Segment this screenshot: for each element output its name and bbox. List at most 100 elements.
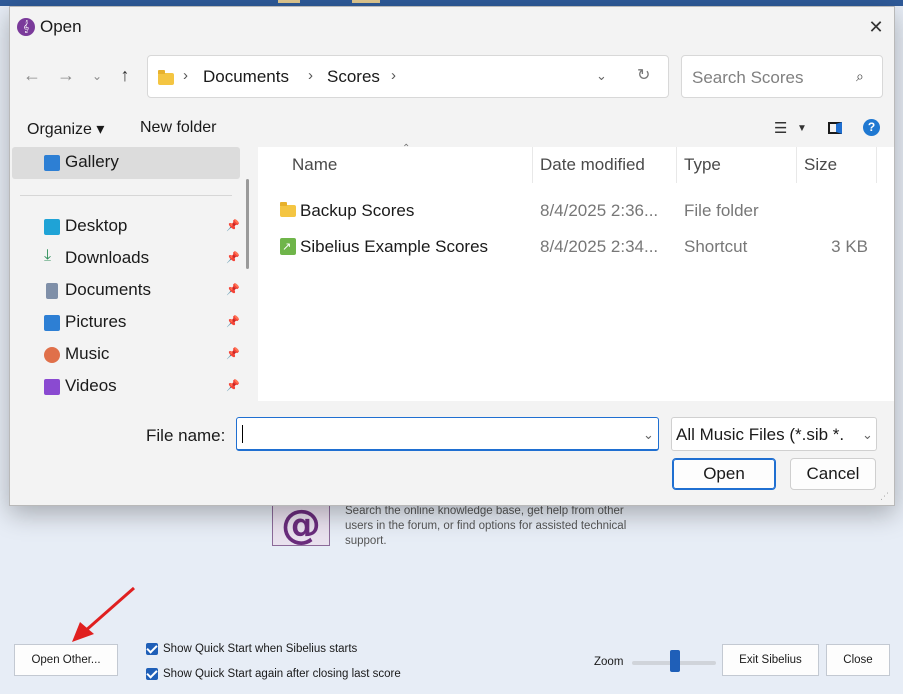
filter-dropdown-chevron-icon: ⌄ bbox=[860, 427, 873, 443]
downloads-icon: ⤓ bbox=[44, 247, 52, 264]
videos-icon bbox=[44, 379, 60, 395]
quick-start-footer: Open Other... Show Quick Start when Sibe… bbox=[0, 630, 903, 694]
file-type-filter-value: All Music Files (*.sib *. bbox=[676, 425, 845, 444]
column-separator[interactable] bbox=[876, 147, 877, 183]
pin-icon[interactable]: 📌 bbox=[226, 315, 240, 328]
support-card[interactable]: @ Search the online knowledge base, get … bbox=[270, 500, 670, 560]
file-type-filter-select[interactable]: All Music Files (*.sib *. ⌄ bbox=[671, 417, 877, 451]
checkbox-checked-icon bbox=[146, 643, 158, 655]
sidebar-item-label: Documents bbox=[65, 280, 151, 299]
breadcrumb-documents[interactable]: Documents bbox=[203, 67, 289, 87]
breadcrumb-scores[interactable]: Scores bbox=[327, 67, 380, 87]
view-dropdown-chevron-icon[interactable]: ▼ bbox=[797, 123, 807, 134]
sidebar-item-documents[interactable]: Documents 📌 bbox=[44, 278, 244, 304]
file-list: ⌃ Name Date modified Type Size Backup Sc… bbox=[258, 143, 894, 401]
sidebar-item-label: Pictures bbox=[65, 312, 127, 331]
dialog-titlebar: 𝄞 Open ✕ bbox=[10, 7, 894, 47]
show-quick-start-checkbox[interactable]: Show Quick Start when Sibelius starts bbox=[146, 643, 357, 655]
dialog-title: Open bbox=[40, 17, 82, 36]
checkbox-label: Show Quick Start when Sibelius starts bbox=[163, 643, 358, 655]
column-header-type[interactable]: Type bbox=[684, 155, 721, 175]
pin-icon[interactable]: 📌 bbox=[226, 379, 240, 392]
file-name-label: File name: bbox=[146, 426, 226, 445]
sidebar-item-desktop[interactable]: Desktop 📌 bbox=[44, 214, 244, 240]
file-type: File folder bbox=[684, 201, 759, 220]
column-separator[interactable] bbox=[676, 147, 677, 183]
recent-locations-chevron-icon[interactable]: ⌄ bbox=[86, 69, 108, 83]
cancel-button[interactable]: Cancel bbox=[790, 458, 876, 490]
desktop-icon bbox=[44, 219, 60, 235]
sort-ascending-icon: ⌃ bbox=[402, 143, 411, 154]
sidebar-item-label: Videos bbox=[65, 376, 117, 395]
new-folder-button[interactable]: New folder bbox=[140, 119, 216, 137]
search-icon: ⌕ bbox=[856, 68, 864, 84]
sidebar-item-pictures[interactable]: Pictures 📌 bbox=[44, 310, 244, 336]
gallery-icon bbox=[44, 155, 60, 171]
shortcut-icon bbox=[280, 238, 296, 255]
help-icon[interactable]: ? bbox=[863, 119, 880, 136]
show-quick-start-again-checkbox[interactable]: Show Quick Start again after closing las… bbox=[146, 668, 401, 680]
close-button[interactable]: Close bbox=[826, 644, 890, 676]
breadcrumb-separator[interactable]: › bbox=[391, 67, 396, 84]
dialog-close-button[interactable]: ✕ bbox=[866, 17, 886, 38]
pin-icon[interactable]: 📌 bbox=[226, 283, 240, 296]
navigation-pane: Gallery Desktop 📌 ⤓ Downloads 📌 Document… bbox=[10, 147, 256, 401]
zoom-label: Zoom bbox=[594, 656, 624, 668]
exit-sibelius-button[interactable]: Exit Sibelius bbox=[722, 644, 819, 676]
column-header-name[interactable]: Name bbox=[292, 155, 337, 175]
up-arrow-icon[interactable]: ↑ bbox=[114, 65, 136, 86]
file-name-input[interactable]: ⌄ bbox=[236, 417, 659, 451]
sidebar-item-music[interactable]: Music 📌 bbox=[44, 342, 244, 368]
preview-pane-icon[interactable] bbox=[828, 122, 842, 134]
sidebar-item-videos[interactable]: Videos 📌 bbox=[44, 374, 244, 400]
file-name-dropdown-chevron-icon[interactable]: ⌄ bbox=[643, 427, 654, 443]
support-description: Search the online knowledge base, get he… bbox=[345, 505, 627, 547]
open-other-button[interactable]: Open Other... bbox=[14, 644, 118, 676]
column-separator[interactable] bbox=[796, 147, 797, 183]
refresh-icon[interactable]: ↻ bbox=[637, 65, 650, 85]
breadcrumb-separator: › bbox=[308, 67, 313, 84]
sidebar-gallery-row: Gallery bbox=[44, 150, 244, 176]
file-row-sibelius-example-scores[interactable]: Sibelius Example Scores 8/4/2025 2:34...… bbox=[258, 229, 894, 265]
open-button[interactable]: Open bbox=[672, 458, 776, 490]
sidebar-item-label: Downloads bbox=[65, 248, 150, 267]
column-separator[interactable] bbox=[532, 147, 533, 183]
sidebar-item-downloads[interactable]: ⤓ Downloads 📌 bbox=[44, 246, 244, 272]
file-date: 8/4/2025 2:34... bbox=[540, 237, 659, 256]
column-header-size[interactable]: Size bbox=[804, 155, 837, 175]
dialog-footer: File name: ⌄ All Music Files (*.sib *. ⌄… bbox=[10, 401, 894, 505]
pin-icon[interactable]: 📌 bbox=[226, 347, 240, 360]
pictures-icon bbox=[44, 315, 60, 331]
file-size: 3 KB bbox=[831, 237, 868, 256]
view-options-icon[interactable]: ☰ bbox=[774, 119, 787, 137]
back-arrow-icon[interactable]: ← bbox=[21, 65, 43, 86]
pin-icon[interactable]: 📌 bbox=[226, 251, 240, 264]
file-row-backup-scores[interactable]: Backup Scores 8/4/2025 2:36... File fold… bbox=[258, 193, 894, 229]
forward-arrow-icon[interactable]: → bbox=[55, 65, 77, 86]
navigation-bar: ← → ⌄ ↑ › Documents › Scores › ⌄ ↻ Searc… bbox=[10, 55, 894, 99]
breadcrumb-separator: › bbox=[183, 67, 188, 84]
sidebar-item-label: Gallery bbox=[65, 152, 119, 171]
file-name: Sibelius Example Scores bbox=[300, 237, 489, 256]
pin-icon[interactable]: 📌 bbox=[226, 219, 240, 232]
file-date: 8/4/2025 2:36... bbox=[540, 201, 659, 220]
folder-icon bbox=[158, 70, 174, 85]
resize-grip-icon[interactable]: ⋰ bbox=[880, 491, 889, 502]
text-caret bbox=[242, 425, 243, 443]
ribbon-tab-marker bbox=[278, 0, 300, 3]
sidebar-item-gallery[interactable]: Gallery bbox=[12, 147, 240, 179]
music-icon bbox=[44, 347, 60, 363]
sidebar-item-label: Music bbox=[65, 344, 110, 363]
address-dropdown-chevron-icon[interactable]: ⌄ bbox=[596, 68, 607, 84]
column-header-date-modified[interactable]: Date modified bbox=[540, 155, 645, 175]
open-file-dialog: 𝄞 Open ✕ ← → ⌄ ↑ › Documents › Scores › … bbox=[9, 6, 895, 506]
support-at-icon: @ bbox=[272, 502, 330, 548]
sibelius-logo-icon: 𝄞 bbox=[17, 18, 35, 36]
sidebar-scrollbar[interactable] bbox=[246, 179, 249, 269]
dialog-toolbar: Organize ▾ New folder ☰ ▼ ? bbox=[10, 109, 894, 149]
search-input[interactable]: Search Scores ⌕ bbox=[681, 55, 883, 98]
zoom-slider-thumb[interactable] bbox=[670, 650, 680, 672]
ribbon-tab-marker bbox=[352, 0, 380, 3]
organize-menu[interactable]: Organize ▾ bbox=[27, 119, 104, 139]
address-bar[interactable]: › Documents › Scores › ⌄ ↻ bbox=[147, 55, 669, 98]
